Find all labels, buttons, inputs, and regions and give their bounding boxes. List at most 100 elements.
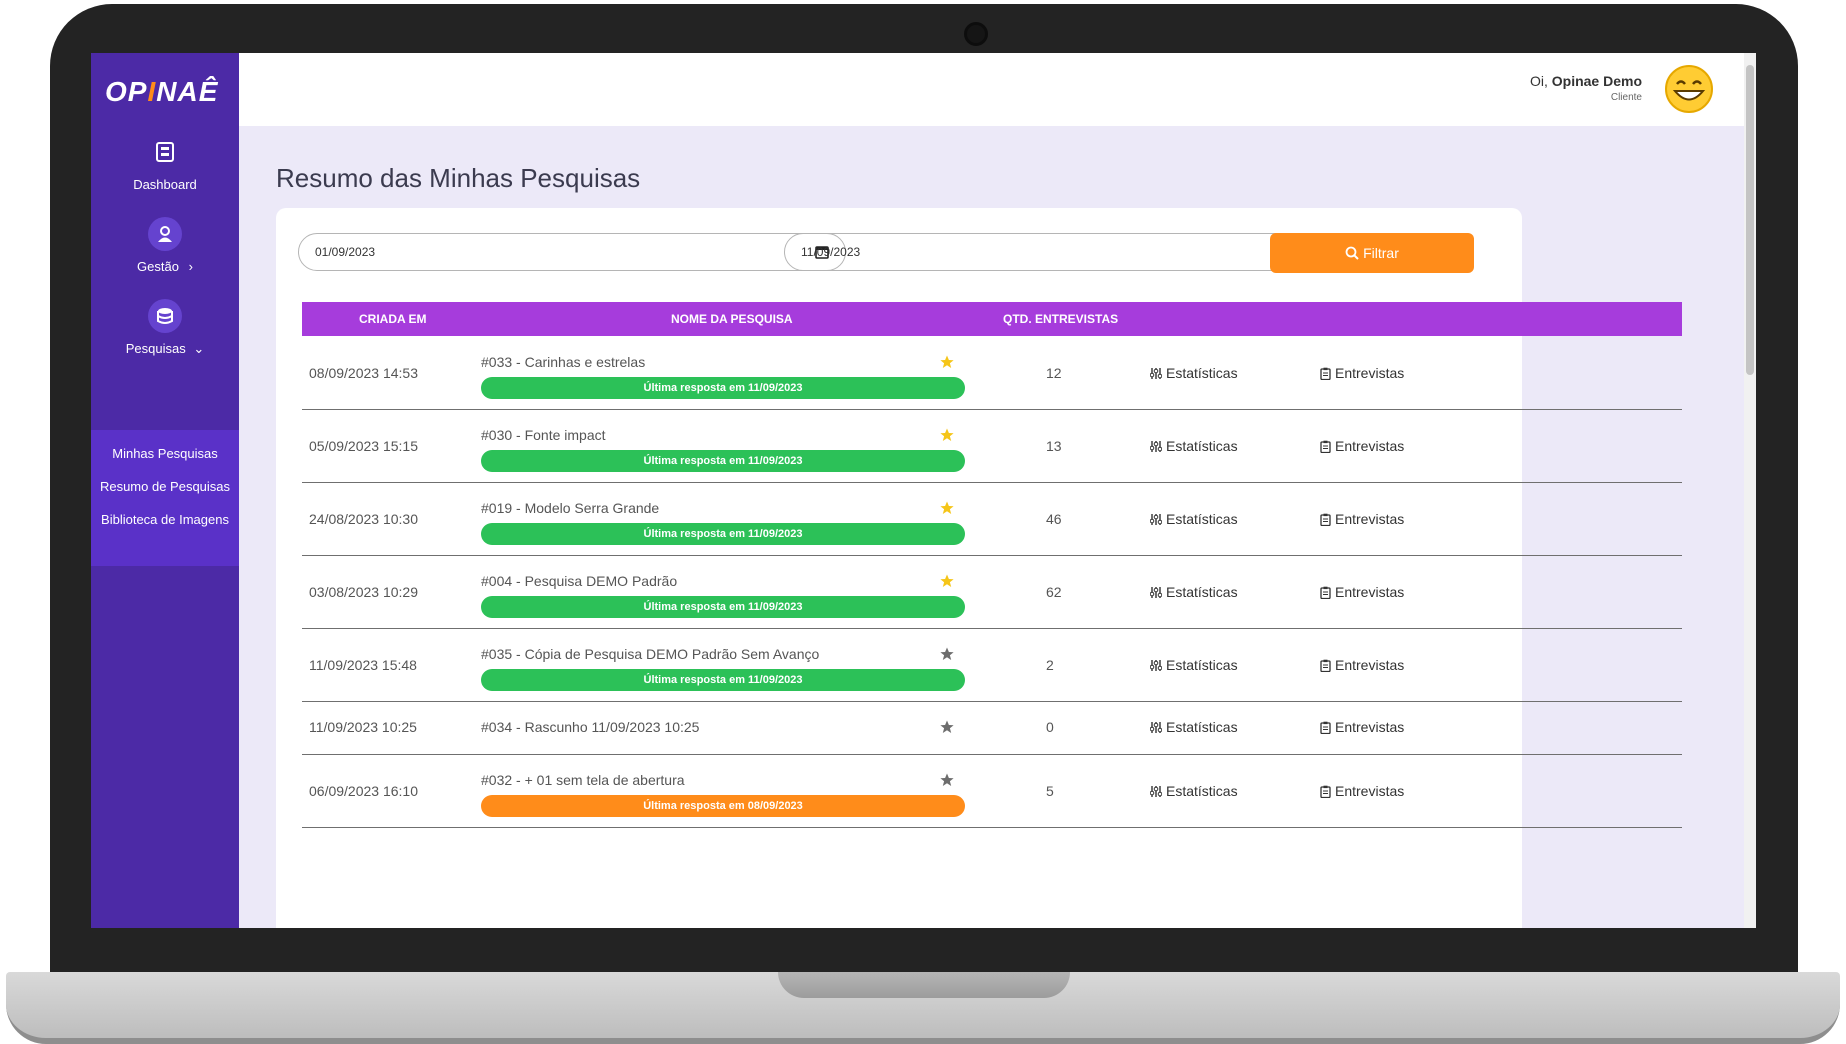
statistics-link[interactable]: Estatísticas [1150, 584, 1238, 600]
interviews-link[interactable]: Entrevistas [1320, 783, 1404, 799]
interviews-link[interactable]: Entrevistas [1320, 438, 1404, 454]
submenu-pesquisas: Minhas Pesquisas Resumo de Pesquisas Bib… [91, 430, 239, 566]
row-survey-name[interactable]: #035 - Cópia de Pesquisa DEMO Padrão Sem… [481, 646, 819, 662]
interviews-label: Entrevistas [1335, 657, 1405, 673]
row-created-date: 08/09/2023 14:53 [309, 365, 418, 381]
favorite-star-icon[interactable] [940, 355, 954, 369]
search-icon [1345, 246, 1359, 260]
favorite-star-icon[interactable] [940, 647, 954, 661]
statistics-link[interactable]: Estatísticas [1150, 657, 1238, 673]
interviews-label: Entrevistas [1335, 783, 1405, 799]
statistics-link[interactable]: Estatísticas [1150, 719, 1238, 735]
scrollbar[interactable] [1744, 53, 1756, 928]
table-row: 05/09/2023 15:15 #030 - Fonte impact Últim… [302, 409, 1682, 483]
statistics-link[interactable]: Estatísticas [1150, 438, 1238, 454]
interviews-label: Entrevistas [1335, 365, 1405, 381]
interviews-label: Entrevistas [1335, 719, 1405, 735]
scrollbar-thumb[interactable] [1746, 65, 1754, 375]
interviews-link[interactable]: Entrevistas [1320, 365, 1404, 381]
favorite-star-icon[interactable] [940, 720, 954, 734]
date-from-value: 01/09/2023 [315, 245, 376, 259]
row-created-date: 11/09/2023 10:25 [309, 719, 417, 735]
interviews-link[interactable]: Entrevistas [1320, 511, 1404, 527]
table-row: 24/08/2023 10:30 #019 - Modelo Serra Gran… [302, 482, 1682, 556]
row-survey-name[interactable]: #030 - Fonte impact [481, 427, 606, 443]
top-bar: Oi, Opinae Demo Cliente [239, 53, 1744, 126]
interviews-link[interactable]: Entrevistas [1320, 584, 1404, 600]
statistics-label: Estatísticas [1166, 511, 1238, 527]
date-to-value: 11/09/2023 [801, 245, 861, 259]
submenu-biblioteca-imagens[interactable]: Biblioteca de Imagens [91, 512, 239, 527]
interviews-label: Entrevistas [1335, 584, 1405, 600]
row-survey-name[interactable]: #019 - Modelo Serra Grande [481, 500, 659, 516]
row-created-date: 24/08/2023 10:30 [309, 511, 418, 527]
statistics-link[interactable]: Estatísticas [1150, 365, 1238, 381]
statistics-label: Estatísticas [1166, 657, 1238, 673]
last-response-badge: Última resposta em 11/09/2023 [481, 669, 965, 691]
sidebar-item-gestao[interactable]: Gestão › [91, 217, 239, 274]
chevron-right-icon: › [188, 259, 193, 274]
sliders-icon [1150, 367, 1162, 379]
row-interview-count: 12 [1046, 365, 1062, 381]
submenu-minhas-pesquisas[interactable]: Minhas Pesquisas [91, 446, 239, 461]
favorite-star-icon[interactable] [940, 773, 954, 787]
chevron-down-icon: ⌄ [193, 341, 205, 356]
favorite-star-icon[interactable] [940, 501, 954, 515]
row-survey-name[interactable]: #034 - Rascunho 11/09/2023 10:25 [481, 719, 699, 735]
row-created-date: 11/09/2023 15:48 [309, 657, 417, 673]
avatar[interactable] [1664, 64, 1714, 114]
clipboard-icon [1320, 586, 1331, 599]
statistics-label: Estatísticas [1166, 719, 1238, 735]
brand-logo[interactable]: OPINAÊ [105, 67, 225, 117]
column-header-qtd: QTD. ENTREVISTAS [1003, 312, 1119, 326]
table-row: 11/09/2023 15:48 #035 - Cópia de Pesquisa… [302, 628, 1682, 702]
filter-button-label: Filtrar [1363, 245, 1399, 261]
sidebar-item-dashboard[interactable]: Dashboard [91, 135, 239, 192]
table-header: CRIADA EM NOME DA PESQUISA QTD. ENTREVIS… [302, 302, 1682, 336]
filter-button[interactable]: Filtrar [1270, 233, 1474, 273]
date-from-input[interactable]: 01/09/2023 [298, 233, 846, 271]
sliders-icon [1150, 440, 1162, 452]
app-screen: OPINAÊ Dashboard Gestão › Pesquisas ⌄ Mi… [91, 53, 1756, 928]
statistics-label: Estatísticas [1166, 584, 1238, 600]
logo-text-left: OP [105, 76, 148, 107]
clipboard-icon [1320, 440, 1331, 453]
statistics-link[interactable]: Estatísticas [1150, 783, 1238, 799]
column-header-criada: CRIADA EM [359, 312, 427, 326]
database-icon [148, 299, 182, 333]
sliders-icon [1150, 513, 1162, 525]
row-created-date: 06/09/2023 16:10 [309, 783, 418, 799]
user-icon [148, 217, 182, 251]
row-interview-count: 5 [1046, 783, 1054, 799]
table-row: 08/09/2023 14:53 #033 - Carinhas e estrel… [302, 336, 1682, 410]
dashboard-icon [148, 135, 182, 169]
favorite-star-icon[interactable] [940, 574, 954, 588]
sliders-icon [1150, 721, 1162, 733]
interviews-label: Entrevistas [1335, 438, 1405, 454]
last-response-badge: Última resposta em 11/09/2023 [481, 450, 965, 472]
row-survey-name[interactable]: #033 - Carinhas e estrelas [481, 354, 645, 370]
row-interview-count: 2 [1046, 657, 1054, 673]
row-interview-count: 0 [1046, 719, 1054, 735]
favorite-star-icon[interactable] [940, 428, 954, 442]
clipboard-icon [1320, 659, 1331, 672]
logo-text-mid: I [147, 76, 157, 107]
sidebar-item-label: Pesquisas [125, 341, 186, 356]
user-greeting: Oi, Opinae Demo Cliente [1530, 73, 1642, 103]
row-interview-count: 62 [1046, 584, 1062, 600]
interviews-link[interactable]: Entrevistas [1320, 719, 1404, 735]
table-row: 03/08/2023 10:29 #004 - Pesquisa DEMO Pad… [302, 555, 1682, 629]
row-interview-count: 46 [1046, 511, 1062, 527]
sliders-icon [1150, 586, 1162, 598]
row-survey-name[interactable]: #004 - Pesquisa DEMO Padrão [481, 573, 677, 589]
row-survey-name[interactable]: #032 - + 01 sem tela de abertura [481, 772, 685, 788]
submenu-resumo-pesquisas[interactable]: Resumo de Pesquisas [91, 479, 239, 494]
user-role: Cliente [1610, 92, 1642, 103]
sliders-icon [1150, 785, 1162, 797]
sidebar-item-pesquisas[interactable]: Pesquisas ⌄ [91, 299, 239, 357]
last-response-badge: Última resposta em 11/09/2023 [481, 523, 965, 545]
date-to-input[interactable]: 11/09/2023 [784, 233, 1332, 271]
statistics-link[interactable]: Estatísticas [1150, 511, 1238, 527]
row-created-date: 03/08/2023 10:29 [309, 584, 418, 600]
interviews-link[interactable]: Entrevistas [1320, 657, 1404, 673]
